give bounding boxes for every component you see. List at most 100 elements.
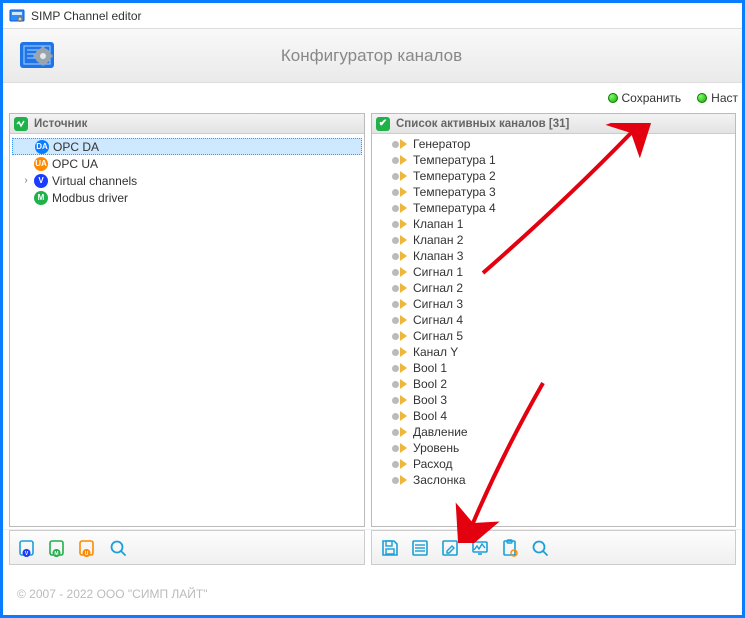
tool-u-icon[interactable]: U [76,536,100,560]
channel-label: Канал Y [413,345,458,359]
banner-icon [17,38,63,74]
tool-v-icon[interactable]: V [16,536,40,560]
channel-item[interactable]: Сигнал 3 [374,296,733,312]
source-tree[interactable]: DA OPC DAUAOPC UA›VVirtual channelsMModbu… [10,134,364,526]
channel-label: Сигнал 2 [413,281,463,295]
channel-item[interactable]: Bool 3 [374,392,733,408]
source-tree-item[interactable]: ›VVirtual channels [12,172,362,189]
search-right-icon[interactable] [528,536,552,560]
channel-icon [392,299,407,309]
save-disk-icon[interactable] [378,536,402,560]
channel-label: Сигнал 1 [413,265,463,279]
channel-item[interactable]: Генератор [374,136,733,152]
source-item-label: OPC DA [53,140,99,154]
channel-icon [392,203,407,213]
save-label: Сохранить [622,91,682,105]
svg-text:M: M [54,551,58,557]
channel-label: Сигнал 4 [413,313,463,327]
protocol-badge-icon: DA [35,140,49,154]
channel-icon [392,411,407,421]
channel-icon [392,139,407,149]
channel-item[interactable]: Давление [374,424,733,440]
channels-panel: ✔ Список активных каналов [31] Генератор… [371,113,736,527]
channel-icon [392,283,407,293]
banner: Конфигуратор каналов [3,29,742,83]
channel-icon [392,251,407,261]
source-header-label: Источник [34,118,87,130]
clipboard-gear-icon[interactable] [498,536,522,560]
app-icon [9,8,25,24]
tree-caret-icon: › [22,175,30,186]
copyright: © 2007 - 2022 ООО "СИМП ЛАЙТ" [17,587,208,601]
channel-item[interactable]: Уровень [374,440,733,456]
list-icon[interactable] [408,536,432,560]
channel-item[interactable]: Сигнал 5 [374,328,733,344]
left-toolbar: V M U [9,530,365,565]
channel-icon [392,155,407,165]
channel-label: Сигнал 3 [413,297,463,311]
channel-label: Клапан 3 [413,249,463,263]
channel-item[interactable]: Сигнал 4 [374,312,733,328]
channel-label: Температура 4 [413,201,496,215]
source-item-label: Virtual channels [52,174,137,188]
channels-header-label: Список активных каналов [31] [396,118,569,130]
settings-button[interactable]: Наст [697,91,738,105]
edit-icon[interactable] [438,536,462,560]
channel-item[interactable]: Температура 3 [374,184,733,200]
channel-icon [392,331,407,341]
settings-indicator-icon [697,93,707,103]
window-title: SIMP Channel editor [31,9,142,23]
channel-label: Bool 2 [413,377,447,391]
channel-label: Генератор [413,137,470,151]
channel-icon [392,459,407,469]
channel-list[interactable]: ГенераторТемпература 1Температура 2 Темпе… [372,134,735,526]
save-button[interactable]: Сохранить [608,91,682,105]
channel-icon [392,395,407,405]
channel-item[interactable]: Клапан 1 [374,216,733,232]
channel-item[interactable]: Температура 4 [374,200,733,216]
channel-item[interactable]: Температура 1 [374,152,733,168]
channel-icon [392,267,407,277]
channel-item[interactable]: Сигнал 1 [374,264,733,280]
channel-item[interactable]: Клапан 3 [374,248,733,264]
channels-panel-header: ✔ Список активных каналов [31] [372,114,735,134]
monitor-icon[interactable] [468,536,492,560]
right-toolbar [371,530,736,565]
source-header-icon [14,117,28,131]
source-tree-item[interactable]: DA OPC DA [12,138,362,155]
channel-label: Клапан 2 [413,233,463,247]
protocol-badge-icon: UA [34,157,48,171]
action-row: Сохранить Наст [3,83,742,113]
channel-label: Давление [413,425,468,439]
channel-item[interactable]: Температура 2 [374,168,733,184]
channel-label: Уровень [413,441,459,455]
footer: © 2007 - 2022 ООО "СИМП ЛАЙТ" [3,573,742,615]
channel-icon [392,315,407,325]
channel-item[interactable]: Bool 2 [374,376,733,392]
channel-label: Температура 2 [413,169,496,183]
channel-label: Bool 4 [413,409,447,423]
channel-icon [392,443,407,453]
channel-icon [392,235,407,245]
channel-item[interactable]: Сигнал 2 [374,280,733,296]
channel-icon [392,475,407,485]
check-icon: ✔ [376,117,390,131]
tool-m-icon[interactable]: M [46,536,70,560]
channel-item[interactable]: Заслонка [374,472,733,488]
protocol-badge-icon: M [34,191,48,205]
channel-icon [392,363,407,373]
channel-label: Заслонка [413,473,466,487]
channel-item[interactable]: Bool 4 [374,408,733,424]
toolbar-row: V M U [3,529,742,565]
channel-label: Сигнал 5 [413,329,463,343]
channel-label: Температура 3 [413,185,496,199]
source-tree-item[interactable]: MModbus driver [12,189,362,206]
source-tree-item[interactable]: UAOPC UA [12,155,362,172]
channel-item[interactable]: Расход [374,456,733,472]
channel-item[interactable]: Канал Y [374,344,733,360]
channel-item[interactable]: Bool 1 [374,360,733,376]
channel-item[interactable]: Клапан 2 [374,232,733,248]
source-panel: Источник DA OPC DAUAOPC UA›VVirtual chann… [9,113,365,527]
search-icon[interactable] [106,536,130,560]
svg-text:U: U [85,551,89,557]
